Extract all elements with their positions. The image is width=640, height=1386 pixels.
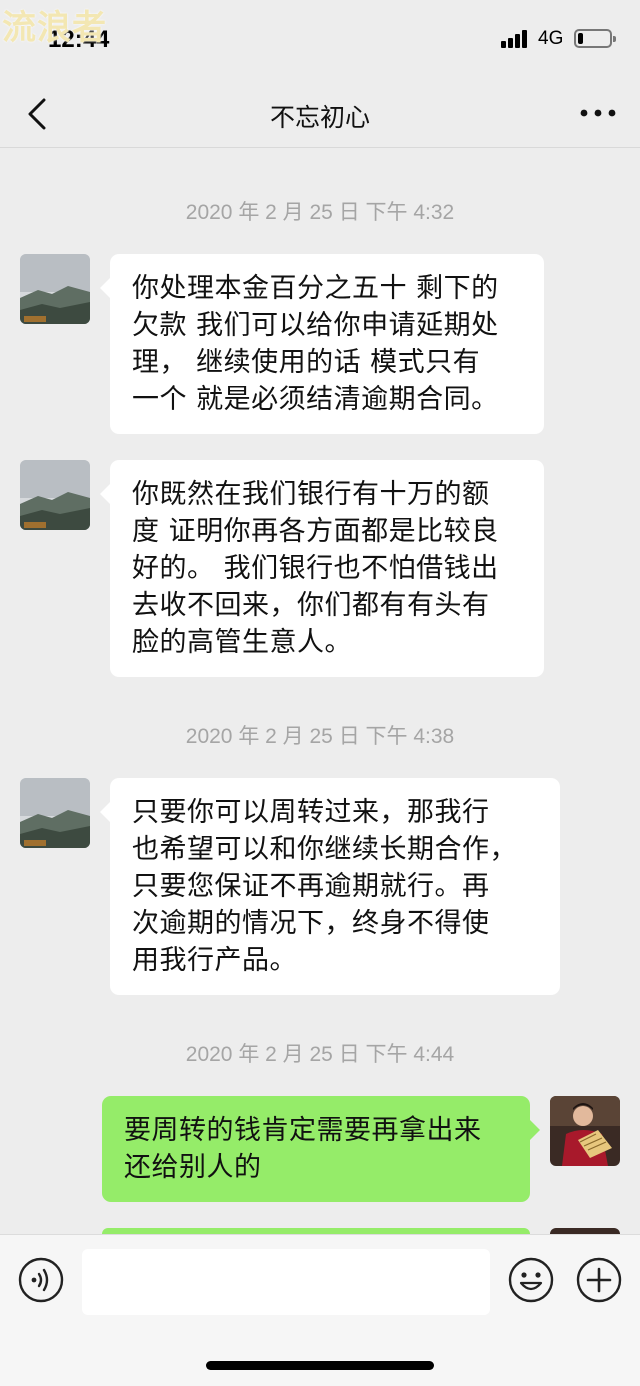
contact-avatar[interactable] (20, 460, 90, 530)
voice-icon[interactable] (18, 1257, 64, 1303)
network-type: 4G (538, 28, 564, 49)
message-text-line: 一个 就是必须结清逾期合同。 (132, 384, 499, 415)
message-text-line: 理， 继续使用的话 模式只有 (132, 347, 481, 378)
contact-avatar[interactable] (20, 254, 90, 324)
message-bubble-outgoing[interactable]: 要周转的钱肯定需要再拿出来 还给别人的 (102, 1096, 540, 1202)
emoji-icon[interactable] (508, 1257, 554, 1303)
message-timestamp: 2020 年 2 月 25 日 下午 4:38 (185, 725, 455, 748)
plus-icon[interactable] (576, 1257, 622, 1303)
contact-avatar[interactable] (20, 778, 90, 848)
message-bubble-incoming[interactable]: 你处理本金百分之五十 剩下的 欠款 我们可以给你申请延期处 理， 继续使用的话 … (100, 254, 544, 434)
message-text-line: 还给别人的 (124, 1152, 262, 1183)
message-text-line: 欠款 我们可以给你申请延期处 (132, 310, 499, 341)
message-text-line: 你既然在我们银行有十万的额 (132, 479, 490, 510)
more-dots-icon[interactable] (578, 100, 618, 126)
signal-icon (501, 30, 533, 48)
message-text-line: 只要您保证不再逾期就行。再 (132, 871, 490, 902)
message-text-line: 脸的高管生意人。 (132, 627, 352, 658)
home-indicator[interactable] (206, 1361, 434, 1370)
chat-input-bar (0, 1234, 640, 1386)
battery-icon (574, 29, 616, 48)
watermark: 流浪者 (2, 8, 107, 48)
message-text-line: 用我行产品。 (132, 945, 297, 976)
message-text-line: 次逾期的情况下，终身不得使 (132, 908, 490, 939)
message-timestamp: 2020 年 2 月 25 日 下午 4:32 (185, 201, 455, 224)
message-text-line: 只要你可以周转过来，那我行 (132, 797, 490, 828)
message-text-line: 也希望可以和你继续长期合作， (132, 834, 517, 865)
message-input[interactable] (82, 1249, 490, 1315)
message-text-line: 你处理本金百分之五十 剩下的 (132, 273, 499, 304)
chat-header: 不忘初心 (0, 80, 640, 148)
message-text-line: 去收不回来，你们都有有头有 (132, 590, 490, 621)
message-text-line: 度 证明你再各方面都是比较良 (132, 516, 499, 547)
message-text-line: 要周转的钱肯定需要再拿出来 (124, 1115, 482, 1146)
message-timestamp: 2020 年 2 月 25 日 下午 4:44 (185, 1043, 455, 1066)
my-avatar[interactable] (550, 1096, 620, 1166)
chat-title: 不忘初心 (269, 103, 370, 132)
message-text-line: 好的。 我们银行也不怕借钱出 (132, 553, 499, 584)
message-bubble-incoming[interactable]: 你既然在我们银行有十万的额 度 证明你再各方面都是比较良 好的。 我们银行也不怕… (100, 460, 544, 677)
message-bubble-incoming[interactable]: 只要你可以周转过来，那我行 也希望可以和你继续长期合作， 只要您保证不再逾期就行… (100, 778, 560, 995)
